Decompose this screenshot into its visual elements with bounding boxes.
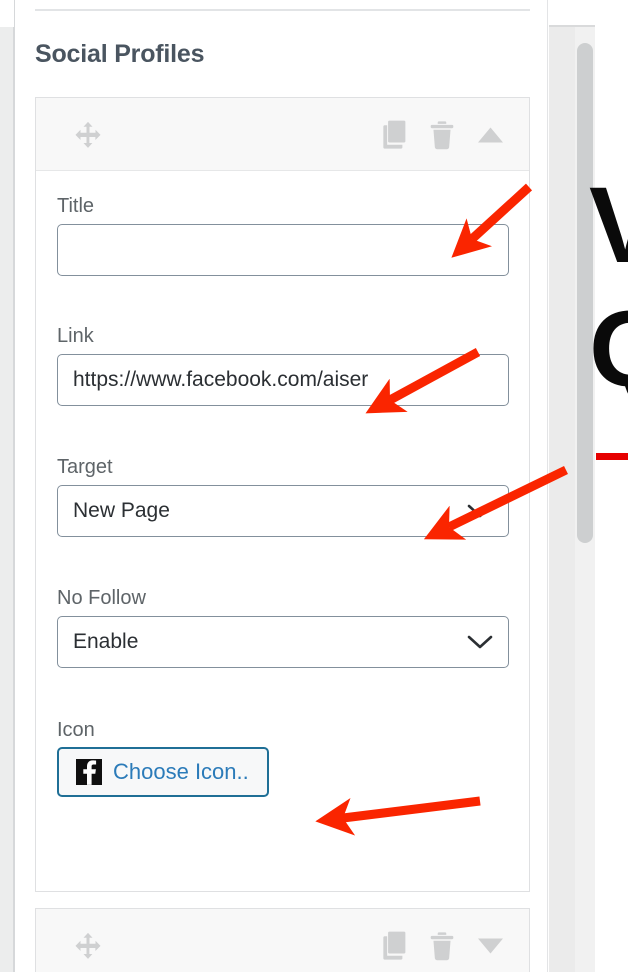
preview-red-rule: [596, 453, 628, 460]
preview-gutter-top: [549, 0, 595, 27]
copy-icon[interactable]: [381, 931, 409, 966]
no-follow-select[interactable]: Enable: [57, 616, 509, 668]
panel-divider: [35, 9, 530, 11]
repeater-item-expanded: Title Link Target New Page No Follow: [35, 97, 530, 892]
repeater-item-fields: Title Link Target New Page No Follow: [36, 171, 529, 891]
left-rail-body: [0, 27, 14, 972]
trash-icon[interactable]: [429, 931, 455, 966]
link-label: Link: [57, 325, 94, 347]
settings-panel: Social Profiles Title Link https://www.f…: [16, 0, 548, 972]
page-title: Social Profiles: [35, 40, 205, 68]
no-follow-select-wrap: Enable: [57, 616, 509, 668]
target-label: Target: [57, 456, 113, 478]
choose-icon-button[interactable]: Choose Icon..: [57, 747, 269, 797]
move-arrows-icon[interactable]: [73, 120, 103, 155]
icon-label: Icon: [57, 719, 95, 741]
link-input[interactable]: [57, 354, 509, 406]
trash-icon[interactable]: [429, 120, 455, 155]
app-screen: Social Profiles Title Link https://www.f…: [0, 0, 628, 972]
caret-up-icon[interactable]: [477, 126, 504, 149]
copy-icon[interactable]: [381, 120, 409, 155]
facebook-icon: [76, 759, 102, 785]
repeater-item-collapsed: [35, 908, 530, 972]
caret-down-icon[interactable]: [477, 937, 504, 960]
target-select-wrap: New Page: [57, 485, 509, 537]
repeater-item-toolbar: [36, 909, 529, 972]
page-preview: V Q: [549, 0, 628, 972]
repeater-item-toolbar: [36, 98, 529, 171]
move-arrows-icon[interactable]: [73, 931, 103, 966]
choose-icon-label: Choose Icon..: [113, 759, 249, 784]
title-label: Title: [57, 195, 95, 217]
preview-heading-text: V Q: [589, 164, 628, 409]
no-follow-label: No Follow: [57, 587, 146, 609]
title-input[interactable]: [57, 224, 509, 276]
target-select[interactable]: New Page: [57, 485, 509, 537]
